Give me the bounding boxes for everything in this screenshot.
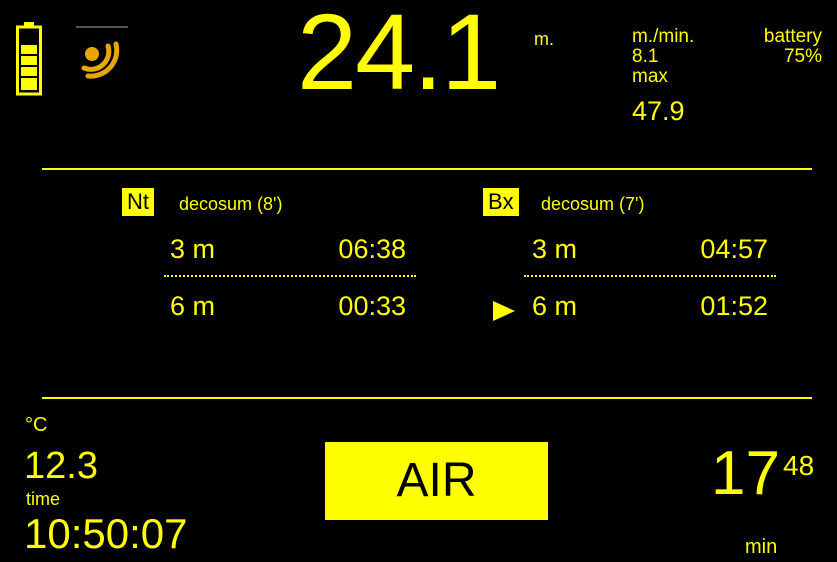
- nt-stop-1-time: 06:38: [338, 234, 406, 264]
- depth-unit: m.: [534, 29, 554, 49]
- bx-stop-1-time: 04:57: [700, 234, 768, 264]
- battery-value: 75%: [783, 46, 822, 67]
- time-label: time: [26, 489, 61, 509]
- gas-selector-button[interactable]: AIR: [325, 442, 548, 520]
- bx-stop-2-time: 01:52: [700, 291, 768, 321]
- max-depth-label: max: [632, 66, 668, 87]
- dive-time-seconds: 48: [783, 450, 815, 481]
- bx-decosum-title: decosum (7'): [541, 194, 645, 214]
- dive-time-unit: min: [745, 536, 778, 558]
- temperature-value: 12.3: [24, 445, 98, 487]
- transmitter-signal-icon: [76, 26, 128, 88]
- top-divider: [42, 168, 812, 170]
- nt-decosum-title: decosum (8'): [179, 194, 283, 214]
- battery-icon: [16, 22, 42, 96]
- bottom-divider: [42, 397, 812, 399]
- bx-dotted-separator: [524, 275, 776, 277]
- bx-stop-1-depth: 3 m: [532, 234, 578, 264]
- max-depth-value: 47.9: [632, 96, 685, 126]
- bx-stop-2-depth: 6 m: [532, 291, 578, 321]
- current-stop-arrow-icon: [493, 301, 515, 321]
- ascent-rate-value: 8.1: [632, 46, 659, 67]
- time-value: 10:50:07: [24, 510, 188, 557]
- temperature-unit: °C: [25, 414, 48, 436]
- nt-stop-2-depth: 6 m: [170, 291, 216, 321]
- nt-algorithm-tag: Nt: [122, 188, 154, 216]
- dive-time-minutes: 17: [711, 439, 780, 508]
- nt-dotted-separator: [164, 275, 416, 277]
- ascent-rate-label: m./min.: [632, 26, 695, 47]
- nt-stop-1-depth: 3 m: [170, 234, 216, 264]
- battery-label: battery: [763, 26, 822, 47]
- current-depth-value: 24.1: [297, 0, 501, 112]
- nt-stop-2-time: 00:33: [338, 291, 406, 321]
- bx-algorithm-tag: Bx: [483, 188, 519, 216]
